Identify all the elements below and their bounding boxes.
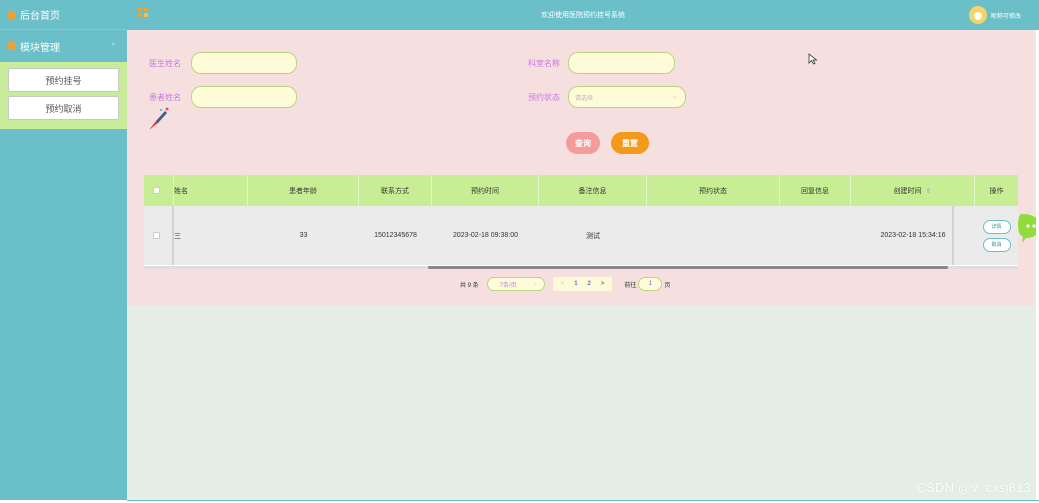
data-table: 姓名 患者年龄 联系方式 预约时间 备注信息 预约状态 回复信息 创建时间 ⇕ … (144, 175, 1018, 269)
table-header: 姓名 患者年龄 联系方式 预约时间 备注信息 预约状态 回复信息 创建时间 ⇕ … (144, 175, 1018, 206)
patient-name-label: 患者姓名 (149, 93, 181, 102)
cell-status (647, 206, 780, 265)
top-bar: 欢迎使用医院预约挂号系统 昵称可修改 (127, 0, 1039, 30)
goto-label: 前往 (624, 282, 637, 289)
goto-suffix: 页 (664, 282, 671, 289)
col-reply: 回复信息 (780, 175, 851, 206)
sidebar-item-home-label: 后台首页 (20, 11, 60, 22)
cancel-button[interactable]: 取消 (982, 237, 1011, 252)
detail-button[interactable]: 详情 (982, 219, 1011, 234)
row-select-cell (144, 206, 174, 265)
sidebar-item-home[interactable]: 后台首页 (0, 0, 127, 30)
col-created-label: 创建时间 (893, 187, 922, 195)
watermark: CSDN @v_cxsj813 (916, 480, 1031, 495)
fixed-column-divider (952, 206, 954, 265)
col-name: 姓名 (174, 175, 248, 206)
col-actions: 操作 (989, 187, 1004, 195)
col-created[interactable]: 创建时间 ⇕ (851, 175, 975, 206)
page-title: 欢迎使用医院预约挂号系统 (541, 12, 625, 19)
status-placeholder: 请选择 (575, 95, 594, 102)
col-note: 备注信息 (539, 175, 647, 206)
goto-page: 前往 1 页 (624, 277, 670, 291)
horizontal-scrollbar[interactable] (428, 266, 948, 269)
total-count: 共 9 条 (460, 282, 479, 289)
sidebar-submenu: 预约挂号 预约取消 (0, 62, 127, 129)
page-size-value: 7条/页 (499, 282, 517, 289)
cell-age: 33 (299, 232, 308, 239)
row-checkbox[interactable] (153, 232, 160, 239)
next-page-button[interactable]: > (601, 281, 605, 287)
mouse-cursor-icon (808, 53, 818, 65)
search-panel: 医生姓名 科室名称 患者姓名 预约状态 请选择 ⌄ 查询 重置 姓名 患者年龄 … (127, 30, 1033, 306)
status-label: 预约状态 (528, 93, 560, 102)
sidebar-item-module[interactable]: 模块管理 ^ (0, 30, 127, 62)
main-content: 医生姓名 科室名称 患者姓名 预约状态 请选择 ⌄ 查询 重置 姓名 患者年龄 … (127, 30, 1037, 500)
goto-page-input[interactable]: 1 (638, 277, 663, 291)
user-menu[interactable]: 昵称可修改 (968, 6, 1021, 24)
table-row: 三 33 15012345678 2023-02-18 09:38:00 测试 … (144, 206, 1018, 265)
cell-appt-time: 2023-02-18 09:38:00 (453, 232, 518, 239)
chevron-down-icon: ⌄ (671, 94, 677, 100)
sidebar-item-module-label: 模块管理 (20, 42, 60, 54)
doctor-name-input[interactable] (191, 52, 297, 74)
col-status: 预约状态 (647, 175, 780, 206)
bottom-edge (127, 500, 1039, 501)
page-1-button[interactable]: 1 (574, 281, 577, 287)
query-button[interactable]: 查询 (566, 132, 600, 154)
reset-button[interactable]: 重置 (611, 132, 649, 154)
page-size-select[interactable]: 7条/页 ⌄ (486, 277, 545, 291)
fixed-column-divider (172, 206, 174, 265)
sort-icon[interactable]: ⇕ (926, 187, 932, 195)
chevron-down-icon: ⌄ (533, 281, 538, 287)
cell-actions: 详情 取消 (975, 206, 1018, 265)
page-nav: < 1 2 > (552, 277, 613, 291)
module-icon (8, 42, 16, 50)
rocket-icon (147, 106, 171, 134)
cell-phone: 15012345678 (374, 232, 417, 239)
col-age: 患者年龄 (248, 175, 359, 206)
cell-note: 测试 (586, 232, 600, 240)
cell-reply (780, 206, 851, 265)
col-appt-time: 预约时间 (432, 175, 539, 206)
sidebar-item-cancel[interactable]: 预约取消 (8, 96, 119, 120)
pagination: 共 9 条 7条/页 ⌄ < 1 2 > 前往 1 页 (460, 277, 670, 291)
home-icon (8, 10, 16, 19)
sidebar: 后台首页 模块管理 ^ 预约挂号 预约取消 (0, 0, 127, 500)
status-select[interactable]: 请选择 ⌄ (568, 86, 686, 108)
col-phone: 联系方式 (359, 175, 432, 206)
select-all-checkbox[interactable] (153, 187, 160, 194)
avatar[interactable] (968, 6, 987, 24)
user-name: 昵称可修改 (990, 13, 1021, 20)
sidebar-item-appointment[interactable]: 预约挂号 (8, 68, 119, 92)
select-all-cell (144, 175, 174, 206)
page-2-button[interactable]: 2 (588, 281, 591, 287)
chevron-up-icon: ^ (111, 42, 115, 50)
prev-page-button[interactable]: < (561, 281, 565, 287)
cell-created: 2023-02-18 15:34:16 (880, 232, 946, 239)
patient-name-input[interactable] (191, 86, 297, 108)
dept-name-input[interactable] (568, 52, 675, 74)
doctor-name-label: 医生姓名 (149, 59, 181, 68)
cell-name: 三 (174, 232, 181, 240)
dept-name-label: 科室名称 (528, 59, 560, 68)
